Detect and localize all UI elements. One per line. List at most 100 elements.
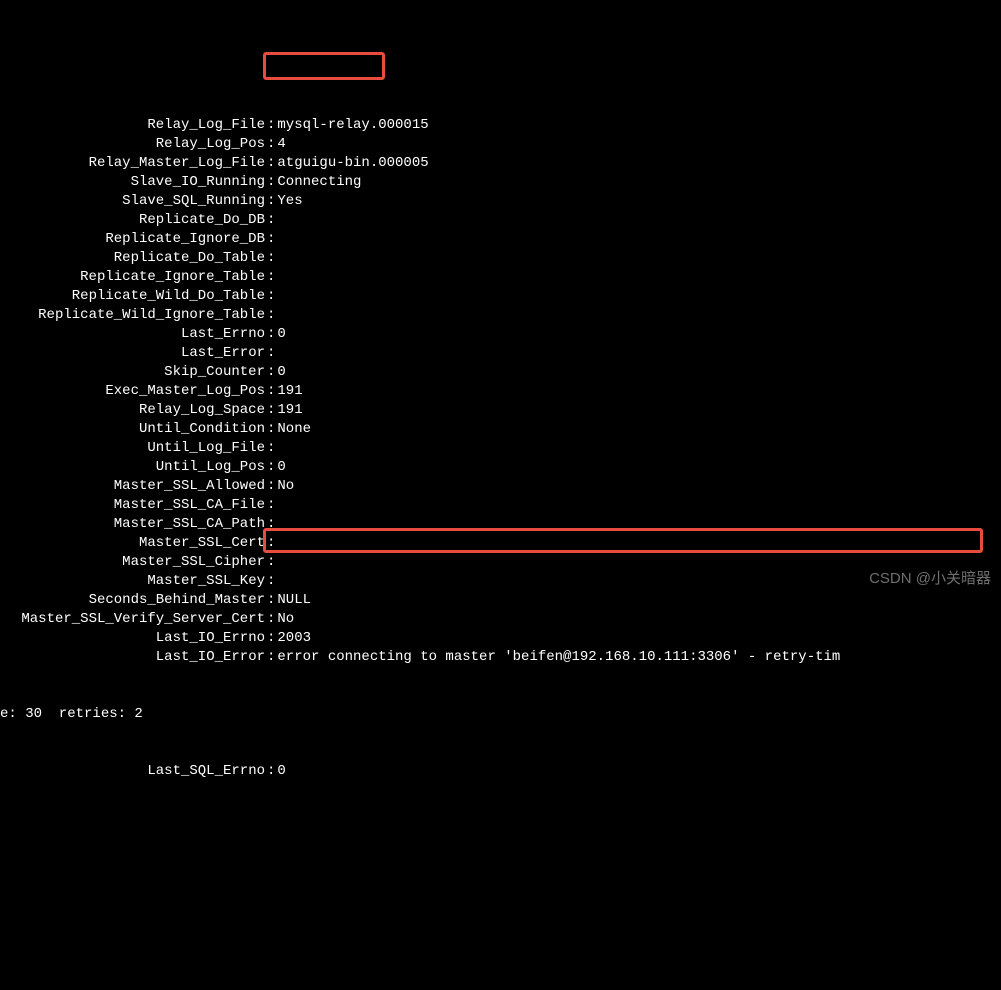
status-row: Replicate_Wild_Do_Table: <box>0 287 1001 306</box>
field-value <box>277 439 1001 458</box>
status-row: Until_Log_File: <box>0 439 1001 458</box>
field-label: Relay_Log_Pos <box>0 135 265 154</box>
field-value <box>277 515 1001 534</box>
status-row: Last_SQL_Errno: 0 <box>0 762 1001 781</box>
field-label: Last_SQL_Errno <box>0 762 265 781</box>
terminal-output: Relay_Log_File: mysql-relay.000015Relay_… <box>0 76 1001 800</box>
field-label: Relay_Log_File <box>0 116 265 135</box>
status-row: Master_SSL_Allowed: No <box>0 477 1001 496</box>
field-label: Replicate_Wild_Do_Table <box>0 287 265 306</box>
status-row: Relay_Log_File: mysql-relay.000015 <box>0 116 1001 135</box>
colon: : <box>265 135 277 154</box>
field-label: Replicate_Ignore_Table <box>0 268 265 287</box>
colon: : <box>265 363 277 382</box>
colon: : <box>265 401 277 420</box>
colon: : <box>265 249 277 268</box>
colon: : <box>265 477 277 496</box>
error-continuation: e: 30 retries: 2 <box>0 705 1001 724</box>
colon: : <box>265 496 277 515</box>
colon: : <box>265 610 277 629</box>
colon: : <box>265 439 277 458</box>
field-label: Replicate_Ignore_DB <box>0 230 265 249</box>
field-value: None <box>277 420 1001 439</box>
field-label: Last_Errno <box>0 325 265 344</box>
status-row: Replicate_Ignore_DB: <box>0 230 1001 249</box>
colon: : <box>265 572 277 591</box>
colon: : <box>265 116 277 135</box>
field-label: Until_Condition <box>0 420 265 439</box>
field-value: 191 <box>277 401 1001 420</box>
field-value: 0 <box>277 762 1001 781</box>
status-row: Replicate_Do_Table: <box>0 249 1001 268</box>
field-value: No <box>277 610 1001 629</box>
field-value: 0 <box>277 363 1001 382</box>
colon: : <box>265 268 277 287</box>
field-label: Last_IO_Error <box>0 648 265 667</box>
colon: : <box>265 287 277 306</box>
field-label: Replicate_Wild_Ignore_Table <box>0 306 265 325</box>
field-label: Slave_SQL_Running <box>0 192 265 211</box>
status-row: Last_Errno: 0 <box>0 325 1001 344</box>
status-row: Exec_Master_Log_Pos: 191 <box>0 382 1001 401</box>
status-row: Master_SSL_CA_File: <box>0 496 1001 515</box>
status-row: Master_SSL_Key: <box>0 572 1001 591</box>
field-label: Exec_Master_Log_Pos <box>0 382 265 401</box>
colon: : <box>265 648 277 667</box>
status-row: Relay_Log_Space: 191 <box>0 401 1001 420</box>
colon: : <box>265 344 277 363</box>
status-row: Skip_Counter: 0 <box>0 363 1001 382</box>
field-value <box>277 534 1001 553</box>
field-label: Skip_Counter <box>0 363 265 382</box>
status-row: Slave_SQL_Running: Yes <box>0 192 1001 211</box>
field-value: 4 <box>277 135 1001 154</box>
colon: : <box>265 629 277 648</box>
field-label: Replicate_Do_Table <box>0 249 265 268</box>
field-label: Last_Error <box>0 344 265 363</box>
status-row: Replicate_Ignore_Table: <box>0 268 1001 287</box>
field-value <box>277 268 1001 287</box>
field-label: Master_SSL_CA_File <box>0 496 265 515</box>
field-label: Master_SSL_Verify_Server_Cert <box>0 610 265 629</box>
field-value <box>277 249 1001 268</box>
field-label: Master_SSL_CA_Path <box>0 515 265 534</box>
field-value: 2003 <box>277 629 1001 648</box>
status-row: Master_SSL_Cert: <box>0 534 1001 553</box>
watermark: CSDN @小关暗器 <box>869 569 991 588</box>
status-row: Master_SSL_Verify_Server_Cert: No <box>0 610 1001 629</box>
colon: : <box>265 515 277 534</box>
field-value: 191 <box>277 382 1001 401</box>
field-label: Until_Log_File <box>0 439 265 458</box>
status-row: Replicate_Wild_Ignore_Table: <box>0 306 1001 325</box>
status-row: Last_IO_Error: error connecting to maste… <box>0 648 1001 667</box>
status-row: Relay_Master_Log_File: atguigu-bin.00000… <box>0 154 1001 173</box>
field-value: mysql-relay.000015 <box>277 116 1001 135</box>
colon: : <box>265 762 277 781</box>
status-row: Master_SSL_CA_Path: <box>0 515 1001 534</box>
field-value <box>277 496 1001 515</box>
status-row: Last_Error: <box>0 344 1001 363</box>
field-label: Until_Log_Pos <box>0 458 265 477</box>
field-value <box>277 211 1001 230</box>
field-label: Relay_Master_Log_File <box>0 154 265 173</box>
colon: : <box>265 553 277 572</box>
field-value: Yes <box>277 192 1001 211</box>
field-value: 0 <box>277 458 1001 477</box>
field-value: 0 <box>277 325 1001 344</box>
colon: : <box>265 230 277 249</box>
status-row: Until_Condition: None <box>0 420 1001 439</box>
field-label: Slave_IO_Running <box>0 173 265 192</box>
field-label: Last_IO_Errno <box>0 629 265 648</box>
field-label: Master_SSL_Cipher <box>0 553 265 572</box>
field-label: Master_SSL_Key <box>0 572 265 591</box>
field-label: Master_SSL_Allowed <box>0 477 265 496</box>
colon: : <box>265 534 277 553</box>
status-row: Relay_Log_Pos: 4 <box>0 135 1001 154</box>
field-value <box>277 344 1001 363</box>
colon: : <box>265 306 277 325</box>
colon: : <box>265 154 277 173</box>
status-row: Until_Log_Pos: 0 <box>0 458 1001 477</box>
field-label: Replicate_Do_DB <box>0 211 265 230</box>
field-value: atguigu-bin.000005 <box>277 154 1001 173</box>
colon: : <box>265 192 277 211</box>
status-row: Replicate_Do_DB: <box>0 211 1001 230</box>
